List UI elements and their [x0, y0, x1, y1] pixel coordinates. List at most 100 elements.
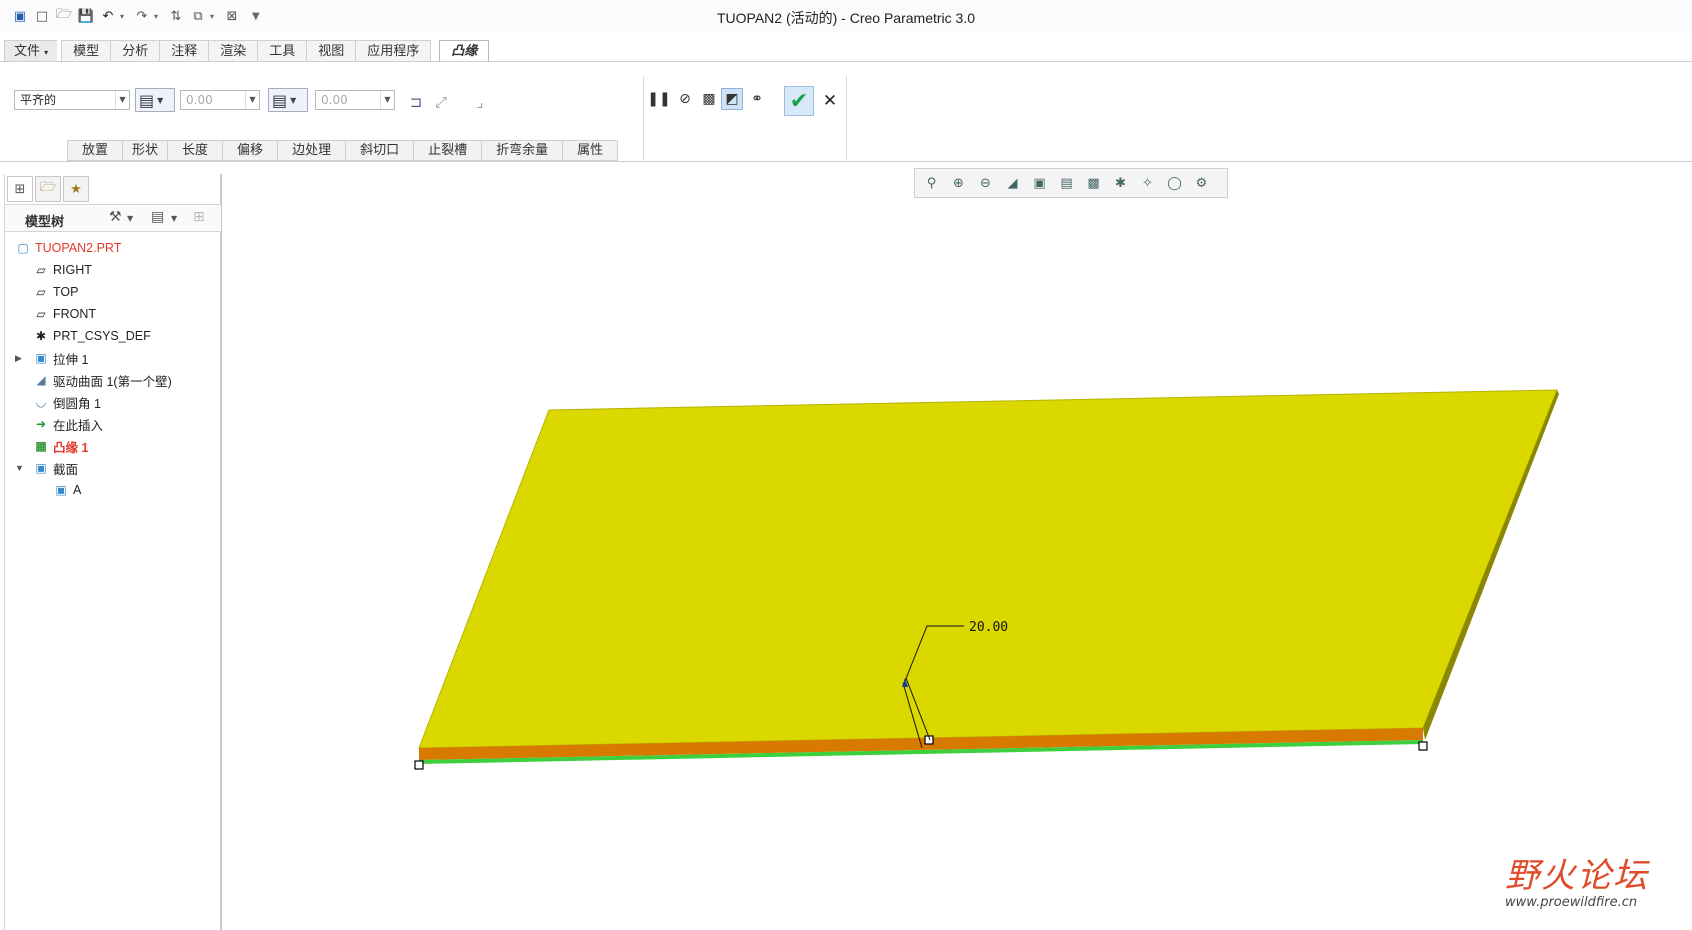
folder-browser-tab-icon[interactable]: 🗁	[35, 176, 61, 202]
zoom-in-icon[interactable]: ⊕	[946, 171, 971, 195]
zoom-out-icon[interactable]: ⊖	[973, 171, 998, 195]
chevron-down-icon[interactable]: ▼	[127, 214, 133, 223]
ok-button[interactable]: ✔	[784, 86, 814, 116]
collapse-icon[interactable]: ▼	[15, 463, 24, 473]
tree-item-label: PRT_CSYS_DEF	[53, 329, 151, 343]
driving-surface-icon: ◢	[36, 373, 46, 387]
view-manager-icon[interactable]: ▩	[1081, 171, 1106, 195]
saved-orientations-icon[interactable]: ▤	[1054, 171, 1079, 195]
tree-item-sections[interactable]: ▼ ▣ 截面	[15, 458, 79, 478]
expand-icon[interactable]: ▶	[15, 353, 22, 364]
add-bend-icon[interactable]: ⌟	[468, 90, 492, 114]
glasses-icon[interactable]: ⚭	[746, 88, 768, 110]
subtab-miter-cuts[interactable]: 斜切口	[345, 140, 414, 161]
length-type-icon: ▤	[139, 90, 155, 110]
shape-select[interactable]: 平齐的 ▼	[14, 90, 130, 110]
forum-watermark: 野火论坛 www.proewildfire.cn	[1505, 848, 1649, 910]
verify-preview-icon[interactable]: ◩	[721, 88, 743, 110]
subtab-offset[interactable]: 偏移	[222, 140, 278, 161]
tree-item-front[interactable]: ▱ FRONT	[33, 304, 96, 324]
refit-icon[interactable]: ⚲	[919, 171, 944, 195]
ribbon-divider	[643, 76, 644, 160]
subtab-shape[interactable]: 形状	[122, 140, 168, 161]
subtab-properties[interactable]: 属性	[562, 140, 619, 161]
length-dimension[interactable]: 20.00	[969, 620, 1008, 635]
flip-profile-icon[interactable]: ⊐	[404, 90, 428, 114]
extrude-icon: ▣	[35, 351, 47, 365]
ribbon-divider	[846, 76, 847, 160]
favorites-tab-icon[interactable]: ★	[63, 176, 89, 202]
part-icon: ▢	[17, 241, 29, 255]
tree-filter-icon[interactable]: ⊞	[193, 209, 205, 225]
pause-icon[interactable]: ❚❚	[647, 88, 670, 110]
shape-select-value: 平齐的	[20, 93, 57, 107]
length-1-input[interactable]: 0.00 ▼	[180, 90, 260, 110]
length-type-2-button[interactable]: ▤ ▼	[268, 88, 308, 112]
model-tree-panel: ⊞ 🗁 ★ 模型树 ⚒ ▼ ▤ ▼ ⊞ ▢ TUOPAN2.PRT ▱ RIGH…	[4, 174, 222, 930]
tab-applications[interactable]: 应用程序	[355, 40, 432, 62]
round-icon: ◡	[35, 395, 47, 409]
model-tree-tab-icon[interactable]: ⊞	[7, 176, 33, 202]
datum-plane-icon: ▱	[36, 263, 46, 277]
preview-icon[interactable]: ▩	[698, 88, 720, 110]
subtab-length[interactable]: 长度	[167, 140, 223, 161]
model-tree-title: 模型树	[25, 215, 65, 230]
drag-handle-left[interactable]	[414, 760, 424, 770]
watermark-url: www.proewildfire.cn	[1505, 895, 1638, 910]
graphics-window[interactable]: 20.00	[222, 200, 1692, 930]
show-icon[interactable]: ▤	[151, 209, 164, 225]
tree-item-round[interactable]: ◡ 倒圆角 1	[33, 392, 101, 412]
tree-item-part[interactable]: ▢ TUOPAN2.PRT	[15, 238, 121, 258]
feature-subtabs: 放置 形状 长度 偏移 边处理 斜切口 止裂槽 折弯余量 属性	[67, 140, 619, 161]
subtab-edge-treatment[interactable]: 边处理	[277, 140, 346, 161]
tab-annotate[interactable]: 注释	[159, 40, 209, 62]
tab-model[interactable]: 模型	[61, 40, 111, 62]
tree-settings-icon[interactable]: ⚒	[109, 209, 122, 225]
length-2-input[interactable]: 0.00 ▼	[315, 90, 395, 110]
tree-item-label: RIGHT	[53, 263, 92, 277]
tree-item-driving-surface[interactable]: ◢ 驱动曲面 1(第一个壁)	[33, 370, 171, 390]
datum-plane-icon: ▱	[36, 307, 46, 321]
subtab-placement[interactable]: 放置	[67, 140, 123, 161]
tree-item-extrude[interactable]: ▶ ▣ 拉伸 1	[15, 348, 88, 368]
tab-file[interactable]: 文件 ▾	[4, 40, 58, 62]
cancel-button[interactable]: ✕	[820, 90, 840, 112]
no-preview-icon[interactable]: ⊘	[674, 88, 696, 110]
length-type-1-button[interactable]: ▤ ▼	[135, 88, 175, 112]
subtab-relief[interactable]: 止裂槽	[413, 140, 482, 161]
perspective-icon[interactable]: ⚙	[1189, 171, 1214, 195]
chevron-down-icon: ▾	[44, 48, 49, 57]
insert-here-icon: ➜	[35, 417, 47, 431]
length-1-value: 0.00	[186, 93, 213, 107]
tree-item-flange[interactable]: ▦ 凸缘 1	[33, 436, 88, 456]
datum-display-icon[interactable]: ✱	[1108, 171, 1133, 195]
chevron-down-icon: ▼	[290, 95, 297, 105]
tab-view[interactable]: 视图	[306, 40, 356, 62]
tab-tools[interactable]: 工具	[257, 40, 307, 62]
display-style-icon[interactable]: ▣	[1027, 171, 1052, 195]
tree-item-top[interactable]: ▱ TOP	[33, 282, 78, 302]
section-icon: ▣	[35, 461, 47, 475]
drag-handle-right[interactable]	[1418, 741, 1428, 751]
tree-item-right[interactable]: ▱ RIGHT	[33, 260, 92, 280]
tree-item-insert-here[interactable]: ➜ 在此插入	[33, 414, 103, 434]
repaint-icon[interactable]: ◢	[1000, 171, 1025, 195]
tree-item-label: 截面	[53, 462, 79, 477]
chevron-down-icon[interactable]: ▼	[171, 214, 177, 223]
tree-item-section-a[interactable]: ▣ A	[53, 480, 81, 500]
tree-item-label: FRONT	[53, 307, 97, 321]
tree-item-label: 凸缘 1	[53, 440, 89, 455]
tab-flange[interactable]: 凸缘	[439, 40, 490, 62]
flip-direction-icon[interactable]: ⤢	[429, 90, 453, 114]
graphics-toolbar: ⚲ ⊕ ⊖ ◢ ▣ ▤ ▩ ✱ ✧ ◯ ⚙	[914, 168, 1228, 198]
subtab-bend-allowance[interactable]: 折弯余量	[481, 140, 563, 161]
annotation-display-icon[interactable]: ✧	[1135, 171, 1160, 195]
length-type-icon: ▤	[272, 90, 288, 110]
tree-item-csys[interactable]: ✱ PRT_CSYS_DEF	[33, 326, 151, 346]
tree-item-label: TOP	[53, 285, 79, 299]
chevron-down-icon: ▼	[380, 91, 394, 109]
tab-analysis[interactable]: 分析	[110, 40, 160, 62]
spin-center-icon[interactable]: ◯	[1162, 171, 1187, 195]
tab-render[interactable]: 渲染	[208, 40, 258, 62]
sheet-top-face[interactable]	[418, 389, 1558, 749]
